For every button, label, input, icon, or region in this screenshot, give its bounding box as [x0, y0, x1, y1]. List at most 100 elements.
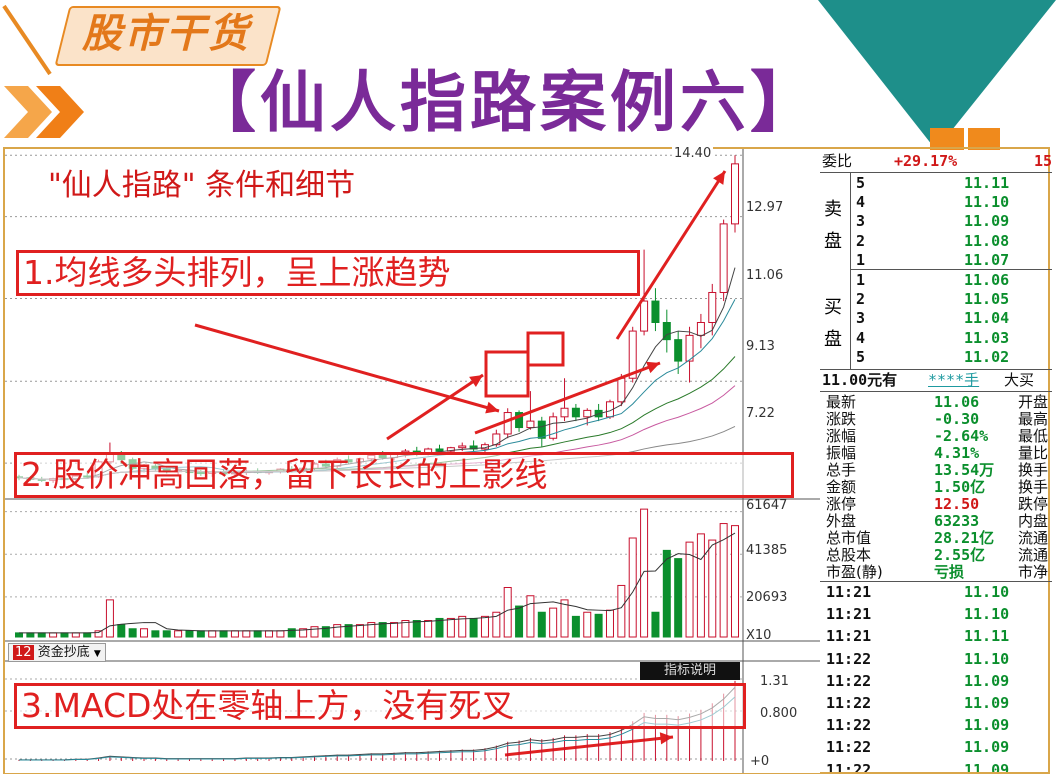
macd-tick-label: 1.31: [760, 674, 789, 689]
large-order-text: 11.00元有: [822, 371, 898, 389]
volume-bar: [390, 622, 399, 638]
tick-time: 11:22: [826, 649, 872, 668]
ask-price: 11.08: [964, 231, 1010, 250]
price-tick-label: 14.40: [672, 146, 714, 161]
tick-price: 11.10: [964, 605, 1010, 624]
macd-tick-label: 0.800: [760, 706, 798, 721]
bid-price: 11.02: [964, 347, 1010, 366]
tick-price: 11.09: [964, 694, 1010, 712]
ask-row: 4 11.10: [820, 193, 1052, 212]
candle-body: [458, 445, 467, 449]
volume-bar: [503, 587, 512, 638]
volume-bar: [537, 611, 546, 638]
candle-body: [549, 416, 558, 439]
ask-row: 1 11.07: [820, 251, 1052, 270]
slash-decoration: [2, 4, 52, 76]
volume-bar: [708, 539, 717, 638]
volume-bar: [526, 595, 535, 638]
callout-2: 2.股价冲高回落，留下长长的上影线: [14, 452, 794, 498]
tick-price: 11.09: [964, 738, 1010, 757]
volume-bar: [105, 599, 114, 638]
tick-price: 11.10: [964, 583, 1010, 601]
price-tick-label: 12.97: [746, 200, 784, 215]
stat-value: 亏损: [934, 563, 965, 581]
candle-body: [731, 163, 739, 225]
ask-price: 11.07: [964, 250, 1010, 269]
bid-row: 4 11.03: [820, 329, 1052, 348]
bid-level: 3: [856, 309, 866, 328]
indicator-help-button[interactable]: 指标说明: [640, 662, 740, 680]
bid-row: 3 11.04: [820, 309, 1052, 328]
volume-bar: [424, 620, 433, 638]
volume-bar: [571, 615, 580, 638]
large-order-side: 大买: [1004, 371, 1035, 389]
volume-bar: [117, 624, 126, 638]
callout-3: 3.MACD处在零轴上方，没有死叉: [14, 683, 746, 729]
volume-bar: [435, 617, 444, 638]
volume-bar: [731, 525, 739, 638]
indicator-tab[interactable]: 12 资金抄底 ▼: [8, 643, 106, 662]
volume-bar: [196, 630, 205, 638]
volume-bar: [60, 632, 69, 638]
tick-time: 11:22: [826, 760, 872, 772]
bid-price: 11.04: [964, 309, 1010, 328]
candle-body: [560, 407, 569, 418]
large-order-stars: ****手: [928, 371, 980, 389]
tick-price: 11.10: [964, 649, 1010, 668]
tick-price: 11.11: [964, 627, 1010, 646]
candle-body: [685, 334, 694, 362]
large-order-row: 11.00元有 ****手 大买: [820, 371, 1052, 390]
volume-bar: [583, 611, 592, 638]
volume-bar: [594, 613, 603, 638]
volume-bar: [265, 630, 274, 638]
volume-bar: [662, 549, 671, 638]
volume-bar: [480, 615, 489, 638]
ask-price: 11.09: [964, 212, 1010, 231]
tick-time: 11:21: [826, 627, 872, 646]
volume-bar: [128, 628, 137, 638]
order-ratio-value: +29.17%: [894, 152, 958, 170]
bid-price: 11.03: [964, 328, 1010, 347]
bid-price: 11.06: [964, 271, 1010, 289]
volume-bar: [162, 630, 171, 638]
order-ratio-label: 委比: [822, 152, 853, 170]
candle-body: [617, 377, 626, 403]
chart-heading: "仙人指路" 条件和细节: [48, 168, 356, 203]
volume-bar: [219, 630, 228, 638]
price-tick-label: 11.06: [746, 268, 784, 283]
volume-tick-label: X10: [746, 628, 772, 643]
callout-1: 1.均线多头排列，呈上涨趋势: [16, 250, 640, 296]
tick-price: 11.09: [964, 716, 1010, 735]
tick-time: 11:21: [826, 583, 872, 601]
volume-bar: [276, 630, 285, 638]
tick-time: 11:22: [826, 694, 872, 712]
order-ratio-extra: 15: [1034, 152, 1052, 170]
volume-bar: [185, 630, 194, 638]
tick-price: 11.09: [964, 671, 1010, 690]
volume-bar: [71, 632, 80, 638]
teal-triangle: [818, 0, 1056, 150]
candle-body: [537, 420, 546, 439]
volume-bar: [378, 622, 387, 638]
ask-row: 5 11.11: [820, 174, 1052, 193]
ask-row: 3 11.09: [820, 212, 1052, 231]
volume-bar: [26, 632, 35, 638]
volume-bar: [174, 630, 183, 638]
volume-bar: [242, 630, 251, 638]
tick-price: 11.09: [964, 760, 1010, 772]
candle-body: [583, 409, 592, 418]
tick-row: 11:21 11.10: [820, 583, 1052, 602]
ask-level: 3: [856, 212, 866, 231]
stat-side-label: 市净: [1018, 563, 1049, 581]
candle-body: [651, 300, 660, 323]
candle-body: [696, 322, 705, 336]
tick-row: 11:22 11.09: [820, 738, 1052, 757]
volume-bar: [696, 533, 705, 638]
stat-row: 市盈(静) 亏损 市净: [820, 563, 1052, 582]
volume-bar: [37, 632, 46, 638]
volume-tick-label: 61647: [746, 498, 788, 513]
bid-row: 1 11.06: [820, 271, 1052, 290]
volume-bar: [83, 632, 92, 638]
macd-tick-label: +0: [750, 754, 770, 769]
divider: [820, 369, 1052, 370]
